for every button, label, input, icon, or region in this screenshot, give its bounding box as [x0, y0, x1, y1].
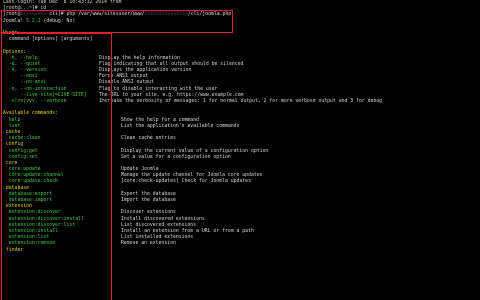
- highlight-box-command: [1, 10, 233, 33]
- option-description: Increase the verbosity of messages: 1 fo…: [99, 99, 383, 104]
- highlight-box-commands: [1, 33, 112, 300]
